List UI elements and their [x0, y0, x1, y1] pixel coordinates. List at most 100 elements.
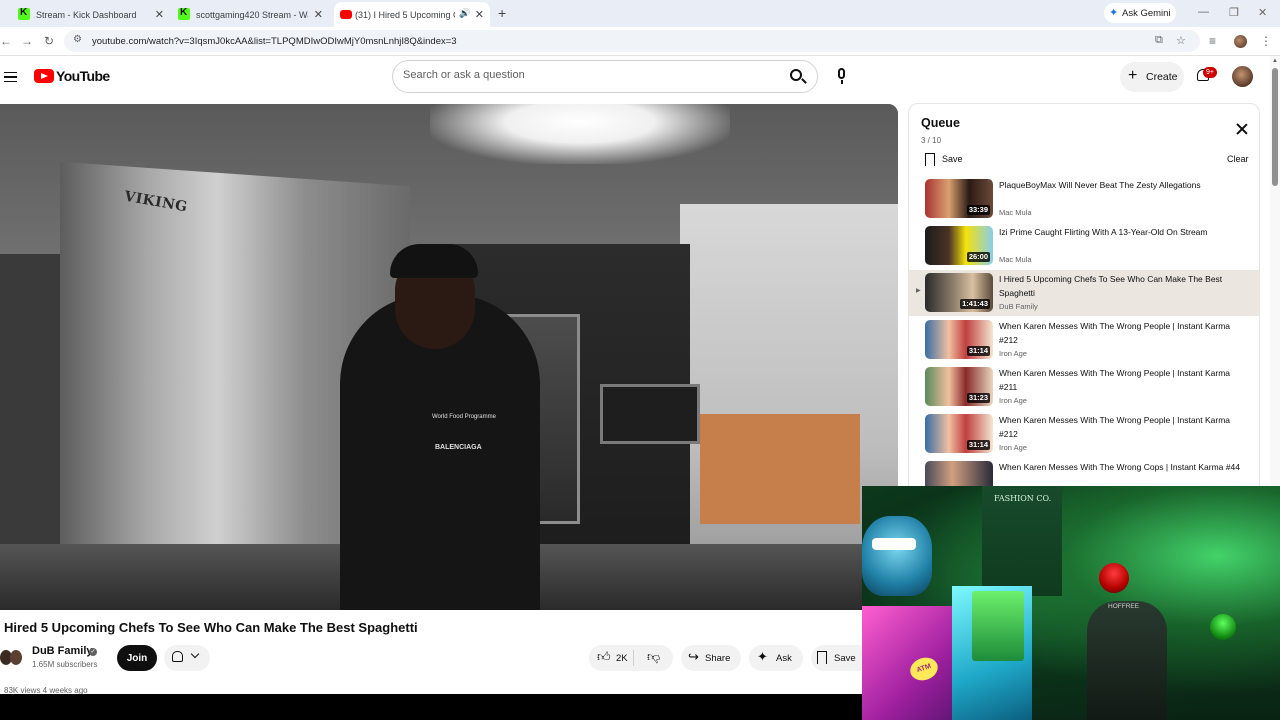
tab-label: (31) I Hired 5 Upcoming Ch [355, 9, 455, 20]
queue-item-current[interactable]: ▶ 1:41:43 I Hired 5 Upcoming Chefs To Se… [909, 270, 1259, 316]
like-count[interactable]: 2K [616, 653, 628, 664]
webcam-jacket-text: HOFFREE [1108, 603, 1140, 610]
video-frame-light [430, 104, 730, 164]
shirt-text: World Food Programme [432, 414, 496, 420]
video-thumbnail[interactable]: 31:23 [925, 367, 993, 406]
close-icon[interactable] [1235, 122, 1249, 136]
voice-search-icon[interactable] [828, 62, 856, 90]
tab-youtube-video[interactable]: (31) I Hired 5 Upcoming Ch 🔊 ✕ [334, 2, 490, 27]
menu-icon[interactable] [4, 72, 17, 82]
duration-badge: 31:23 [966, 393, 990, 403]
queue-item[interactable]: 31:14 When Karen Messes With The Wrong P… [909, 411, 1259, 457]
queue-item[interactable]: 31:14 When Karen Messes With The Wrong P… [909, 317, 1259, 363]
queue-clear-button[interactable]: Clear [1227, 154, 1249, 164]
window-close-icon[interactable]: ✕ [1258, 6, 1267, 19]
youtube-icon [340, 10, 352, 19]
speaker-icon[interactable]: 🔊 [459, 8, 470, 19]
video-thumbnail[interactable]: 31:14 [925, 320, 993, 359]
user-avatar[interactable] [1232, 66, 1253, 87]
close-icon[interactable]: ✕ [155, 8, 164, 21]
video-frame-cabinet [700, 414, 860, 524]
queue-title: Queue [921, 116, 960, 130]
queue-item-title[interactable]: When Karen Messes With The Wrong People … [999, 367, 1249, 394]
browser-menu-icon[interactable]: ⋮ [1260, 34, 1272, 48]
tab-kick-dashboard[interactable]: Stream - Kick Dashboard ✕ [18, 2, 164, 27]
queue-item[interactable]: 26:00 Izi Prime Caught Flirting With A 1… [909, 223, 1259, 269]
queue-item-channel[interactable]: Mac Mula [999, 255, 1032, 264]
join-button[interactable]: Join [117, 645, 157, 671]
video-thumbnail[interactable]: 26:00 [925, 226, 993, 265]
kick-icon [178, 7, 190, 20]
youtube-wordmark[interactable]: YouTube [56, 68, 110, 84]
share-button[interactable]: ↪ Share [681, 645, 741, 671]
channel-name[interactable]: DuB Family [32, 645, 93, 657]
queue-item-channel[interactable]: Iron Age [999, 443, 1027, 452]
save-label: Save [834, 652, 856, 664]
queue-item-channel[interactable]: Mac Mula [999, 208, 1032, 217]
chevron-down-icon [190, 649, 200, 659]
queue-item[interactable]: 31:23 When Karen Messes With The Wrong P… [909, 364, 1259, 410]
site-info-icon[interactable]: ⚙ [73, 34, 82, 45]
queue-item-title[interactable]: When Karen Messes With The Wrong People … [999, 414, 1249, 441]
queue-item-title[interactable]: PlaqueBoyMax Will Never Beat The Zesty A… [999, 179, 1249, 193]
queue-item-channel[interactable]: DuB Family [999, 302, 1038, 311]
ask-label: Ask [776, 652, 792, 664]
ask-gemini-button[interactable]: ✦ Ask Gemini [1104, 3, 1176, 23]
back-icon[interactable]: ← [0, 34, 12, 48]
ask-button[interactable]: ✦ Ask [749, 645, 803, 671]
new-tab-button[interactable]: + [498, 5, 506, 21]
bookmark-icon[interactable] [925, 153, 935, 166]
thumbs-up-icon[interactable]: 👍︎ [597, 649, 611, 665]
video-frame-cap [390, 244, 478, 278]
address-bar: ← → ↻ ⚙ youtube.com/watch?v=3IqsmJ0kcAA&… [0, 27, 1280, 56]
shirt-brand-text: BALENCIAGA [435, 444, 482, 451]
subscription-notifications-button[interactable] [164, 645, 210, 671]
minimize-icon[interactable]: — [1198, 6, 1209, 18]
video-frame-microwave [600, 384, 700, 444]
queue-item-title[interactable]: I Hired 5 Upcoming Chefs To See Who Can … [999, 273, 1249, 300]
video-thumbnail[interactable]: 33:39 [925, 179, 993, 218]
create-button[interactable]: + Create [1120, 62, 1184, 92]
channel-avatar[interactable] [0, 648, 23, 668]
queue-save-button[interactable]: Save [942, 154, 963, 164]
webcam-red-figure [1099, 563, 1129, 593]
queue-item-title[interactable]: When Karen Messes With The Wrong Cops | … [999, 461, 1249, 475]
webcam-shirt-text: FASHION CO. [994, 494, 1052, 503]
forward-icon[interactable]: → [21, 34, 33, 48]
queue-item-title[interactable]: When Karen Messes With The Wrong People … [999, 320, 1249, 347]
duration-badge: 26:00 [966, 252, 990, 262]
webcam-green-box [972, 591, 1024, 661]
search-input[interactable] [403, 69, 773, 81]
now-playing-icon: ▶ [916, 288, 921, 294]
duration-badge: 31:14 [966, 346, 990, 356]
create-label: Create [1146, 71, 1178, 83]
queue-item-channel[interactable]: Iron Age [999, 349, 1027, 358]
scroll-up-icon[interactable]: ▲ [1272, 58, 1278, 64]
queue-item[interactable]: 33:39 PlaqueBoyMax Will Never Beat The Z… [909, 176, 1259, 222]
browser-profile-avatar[interactable] [1234, 35, 1247, 48]
install-app-icon[interactable]: ⧉ [1155, 34, 1163, 47]
youtube-masthead: YouTube + Create 9+ [0, 56, 1270, 100]
bookmark-star-icon[interactable]: ☆ [1176, 34, 1186, 47]
close-icon[interactable]: ✕ [314, 8, 323, 21]
plus-icon: + [1128, 67, 1138, 84]
notifications-badge: 9+ [1203, 67, 1217, 78]
queue-item-title[interactable]: Izi Prime Caught Flirting With A 13-Year… [999, 226, 1249, 240]
like-dislike-group: 👍︎ 2K 👎︎ [589, 645, 673, 671]
queue-item-channel[interactable]: Iron Age [999, 396, 1027, 405]
url-field[interactable]: ⚙ youtube.com/watch?v=3IqsmJ0kcAA&list=T… [64, 30, 1200, 52]
webcam-green-figure [1210, 614, 1236, 640]
video-player[interactable]: VIKING World Food Programme BALENCIAGA [0, 104, 898, 610]
tab-kick-stream[interactable]: scottgaming420 Stream - Watc ✕ [178, 2, 323, 27]
search-icon[interactable] [787, 66, 809, 88]
youtube-logo-icon[interactable] [34, 69, 54, 83]
video-thumbnail[interactable]: 1:41:43 [925, 273, 993, 312]
video-thumbnail[interactable]: 31:14 [925, 414, 993, 453]
close-icon[interactable]: ✕ [475, 8, 484, 21]
restore-icon[interactable]: ❐ [1229, 6, 1239, 19]
reading-list-icon[interactable]: ≡ [1209, 34, 1216, 48]
url-text[interactable]: youtube.com/watch?v=3IqsmJ0kcAA&list=TLP… [92, 36, 457, 47]
scrollbar-thumb[interactable] [1272, 68, 1278, 186]
thumbs-down-icon[interactable]: 👎︎ [647, 649, 660, 665]
reload-icon[interactable]: ↻ [44, 34, 54, 48]
